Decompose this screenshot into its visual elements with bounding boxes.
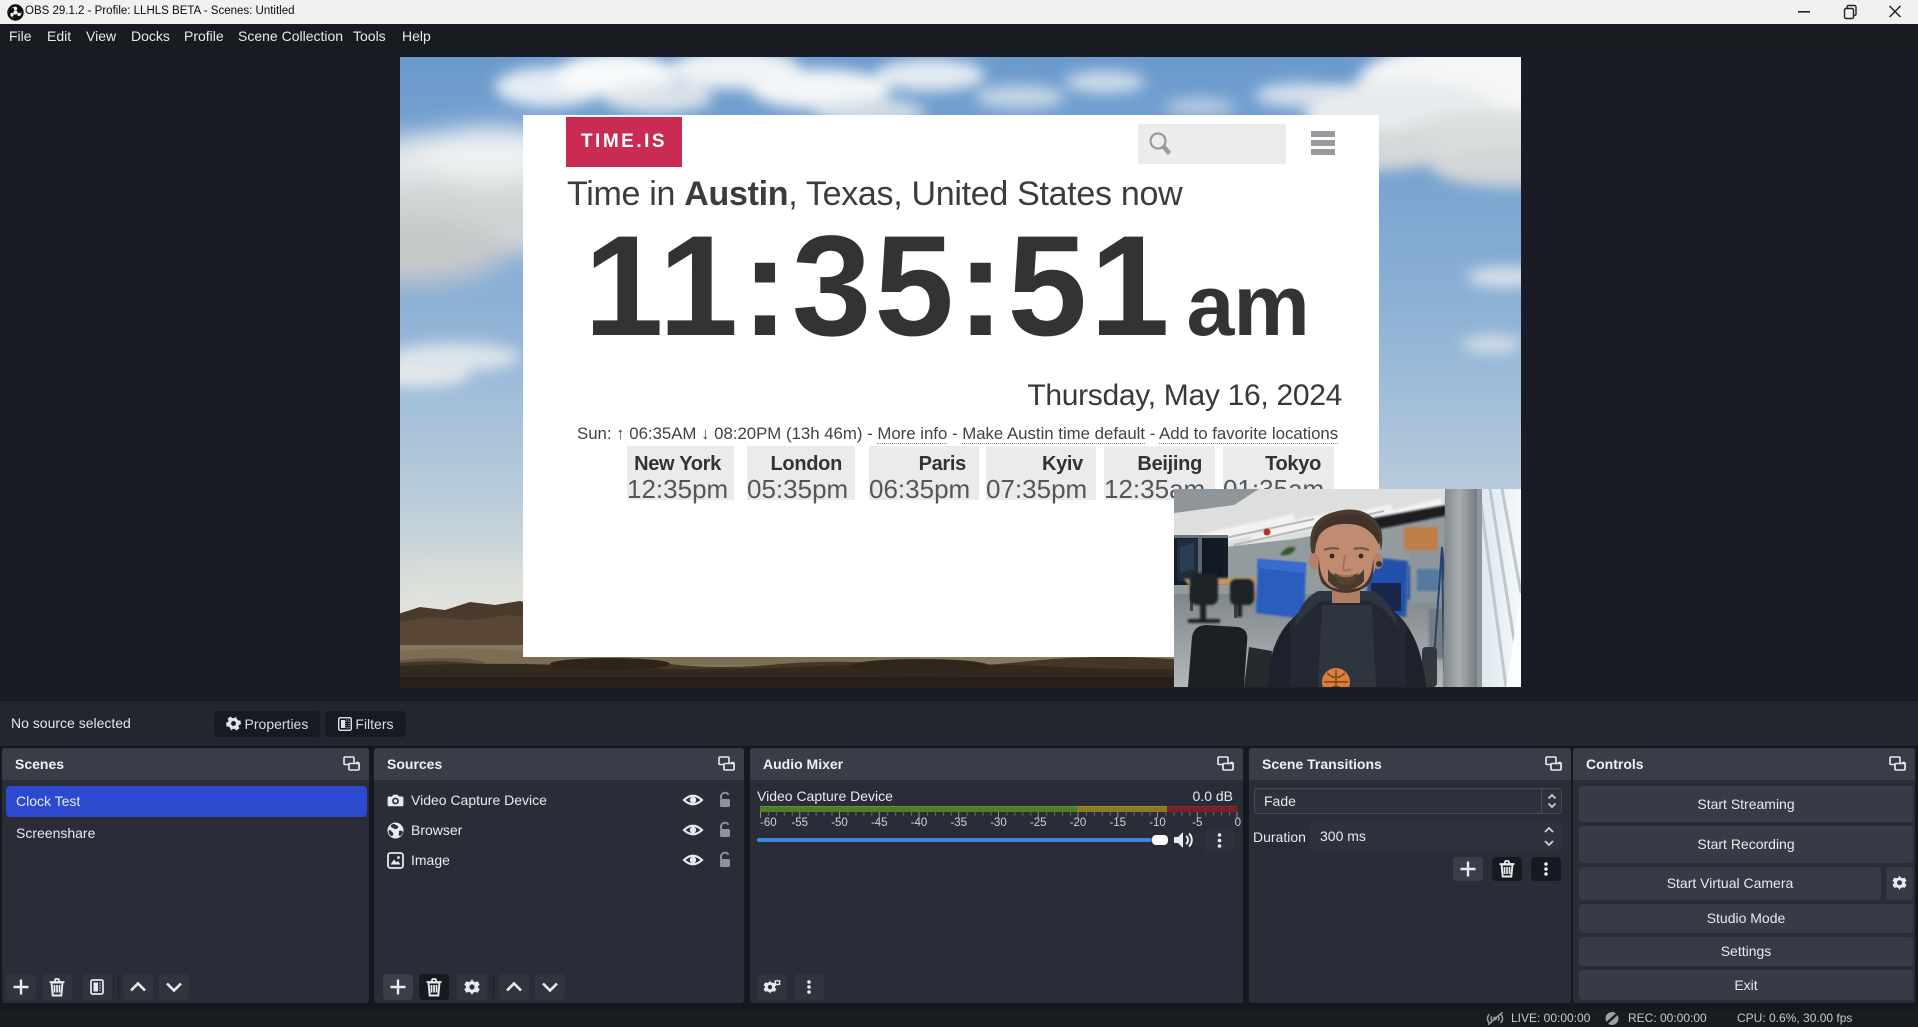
- svg-text:-55: -55: [791, 817, 808, 829]
- svg-text:-20: -20: [1070, 817, 1087, 829]
- svg-text:-45: -45: [871, 817, 888, 829]
- svg-text:-40: -40: [911, 817, 928, 829]
- svg-text:-30: -30: [990, 817, 1007, 829]
- svg-text:-35: -35: [950, 817, 967, 829]
- svg-text:-10: -10: [1149, 817, 1166, 829]
- svg-text:-25: -25: [1030, 817, 1047, 829]
- svg-text:-50: -50: [831, 817, 848, 829]
- svg-text:-60: -60: [760, 817, 777, 829]
- svg-text:-15: -15: [1109, 817, 1126, 829]
- svg-text:0: 0: [1235, 817, 1241, 829]
- svg-text:-5: -5: [1192, 817, 1202, 829]
